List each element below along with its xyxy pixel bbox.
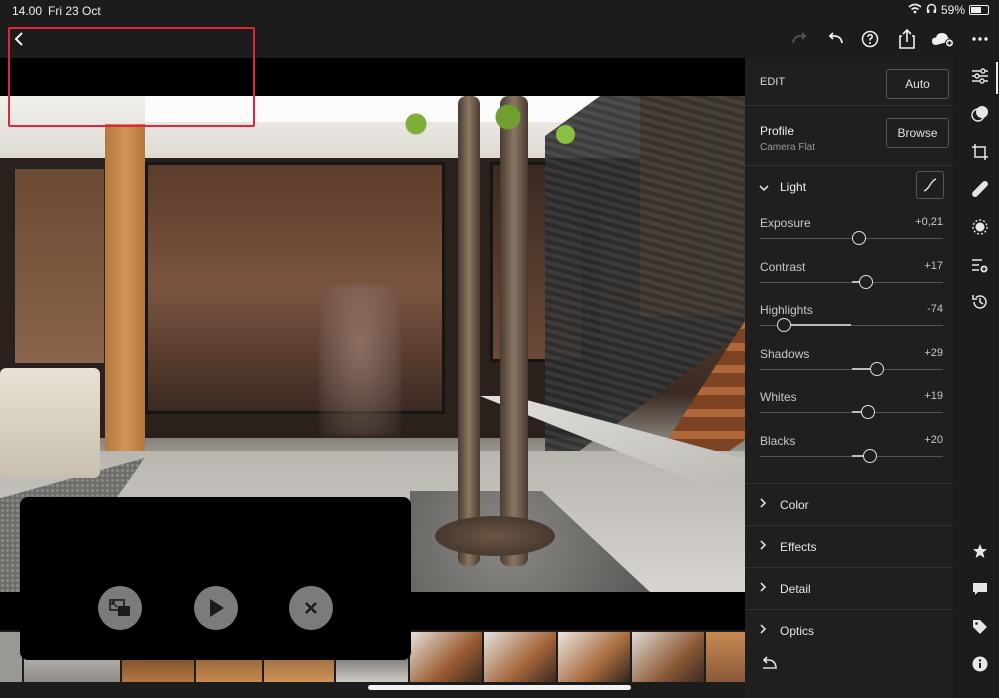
reset-icon[interactable] — [761, 656, 779, 675]
tag-icon[interactable] — [968, 615, 992, 639]
undo-icon[interactable] — [823, 26, 849, 52]
home-indicator — [368, 685, 631, 690]
slider-exposure[interactable]: Exposure +0,21 — [760, 216, 943, 248]
slider-highlights[interactable]: Highlights -74 — [760, 303, 943, 335]
slider-fill — [783, 324, 852, 327]
slider-label: Whites — [760, 390, 797, 405]
status-time: 14.00 — [12, 4, 43, 18]
browse-button[interactable]: Browse — [886, 118, 949, 148]
masking-icon[interactable] — [968, 215, 992, 239]
play-button[interactable] — [194, 586, 238, 630]
slider-value: -74 — [927, 303, 943, 316]
edit-header: EDIT Auto — [745, 58, 953, 106]
tone-curve-icon — [923, 178, 937, 192]
optics-section[interactable]: Optics — [745, 609, 953, 651]
status-right: 59% — [908, 3, 989, 17]
section-title: Effects — [780, 540, 817, 554]
cloud-add-icon[interactable] — [930, 26, 956, 52]
slider-label: Highlights — [760, 303, 813, 318]
slider-label: Shadows — [760, 346, 810, 361]
chevron-down-icon — [759, 179, 769, 197]
slider-value: +20 — [924, 434, 943, 446]
slider-whites[interactable]: Whites +19 — [760, 390, 943, 422]
profile-title: Profile — [760, 124, 795, 138]
profile-value: Camera Flat — [760, 142, 816, 153]
filmstrip-thumb[interactable] — [632, 632, 704, 682]
slider-label: Blacks — [760, 434, 796, 448]
slider-handle[interactable] — [859, 274, 874, 289]
healing-icon[interactable] — [968, 177, 992, 201]
slider-handle[interactable] — [851, 231, 866, 245]
filmstrip-thumb[interactable] — [410, 632, 482, 682]
presets-icon[interactable] — [968, 102, 992, 126]
section-title: Color — [780, 498, 809, 512]
effects-section[interactable]: Effects — [745, 525, 953, 567]
filmstrip-thumb[interactable] — [558, 632, 630, 682]
filmstrip-thumb[interactable] — [0, 632, 22, 682]
history-icon[interactable] — [968, 290, 992, 314]
chevron-right-icon — [759, 623, 767, 637]
top-toolbar — [0, 22, 999, 58]
active-tool-indicator — [996, 62, 998, 94]
chevron-right-icon — [759, 497, 767, 511]
slider-value: +29 — [924, 346, 943, 359]
light-title: Light — [780, 180, 807, 194]
tool-rail — [960, 58, 999, 698]
share-icon[interactable] — [894, 26, 920, 52]
slider-handle[interactable] — [870, 361, 885, 376]
wifi-icon — [908, 3, 922, 17]
light-header[interactable]: Light — [745, 166, 953, 206]
slider-handle[interactable] — [776, 318, 791, 333]
filmstrip-thumb[interactable] — [484, 632, 556, 682]
slider-label: Contrast — [760, 259, 806, 274]
back-button[interactable] — [6, 26, 32, 52]
battery-percent: 59% — [940, 3, 965, 17]
comment-icon[interactable] — [968, 577, 992, 601]
section-title: Optics — [780, 624, 815, 638]
section-title: Detail — [780, 582, 811, 596]
status-bar: 14.00 Fri 23 Oct 59% — [0, 0, 999, 22]
slider-blacks[interactable]: Blacks +20 — [760, 434, 943, 466]
chevron-right-icon — [759, 581, 767, 595]
more-icon[interactable] — [967, 26, 993, 52]
video-overlay — [20, 497, 411, 660]
help-icon[interactable] — [857, 26, 883, 52]
auto-button[interactable]: Auto — [886, 69, 949, 99]
edit-panel: EDIT Auto Profile Camera Flat Browse Lig… — [745, 58, 953, 698]
crop-icon[interactable] — [968, 140, 992, 164]
redo-icon[interactable] — [786, 26, 812, 52]
chevron-right-icon — [759, 539, 767, 553]
tone-curve-button[interactable] — [916, 171, 944, 199]
close-button[interactable] — [289, 586, 333, 630]
info-icon[interactable] — [968, 652, 992, 676]
detail-section[interactable]: Detail — [745, 567, 953, 609]
slider-shadows[interactable]: Shadows +29 — [760, 347, 943, 379]
edit-title: EDIT — [760, 76, 786, 88]
profile-section[interactable]: Profile Camera Flat Browse — [745, 106, 953, 166]
battery-icon — [969, 5, 989, 15]
slider-label: Exposure — [760, 216, 811, 230]
color-section[interactable]: Color — [745, 483, 953, 525]
status-date: Fri 23 Oct — [48, 4, 101, 18]
picture-in-picture-button[interactable] — [98, 586, 142, 630]
star-icon[interactable] — [968, 539, 992, 563]
slider-value: +19 — [924, 390, 943, 403]
slider-handle[interactable] — [862, 449, 877, 463]
slider-contrast[interactable]: Contrast +17 — [760, 260, 943, 292]
slider-value: +17 — [924, 259, 943, 272]
slider-handle[interactable] — [860, 405, 875, 420]
slider-value: +0,21 — [915, 216, 943, 228]
edit-sliders-icon[interactable] — [968, 64, 992, 88]
headphones-icon — [926, 3, 937, 17]
versions-icon[interactable] — [968, 253, 992, 277]
